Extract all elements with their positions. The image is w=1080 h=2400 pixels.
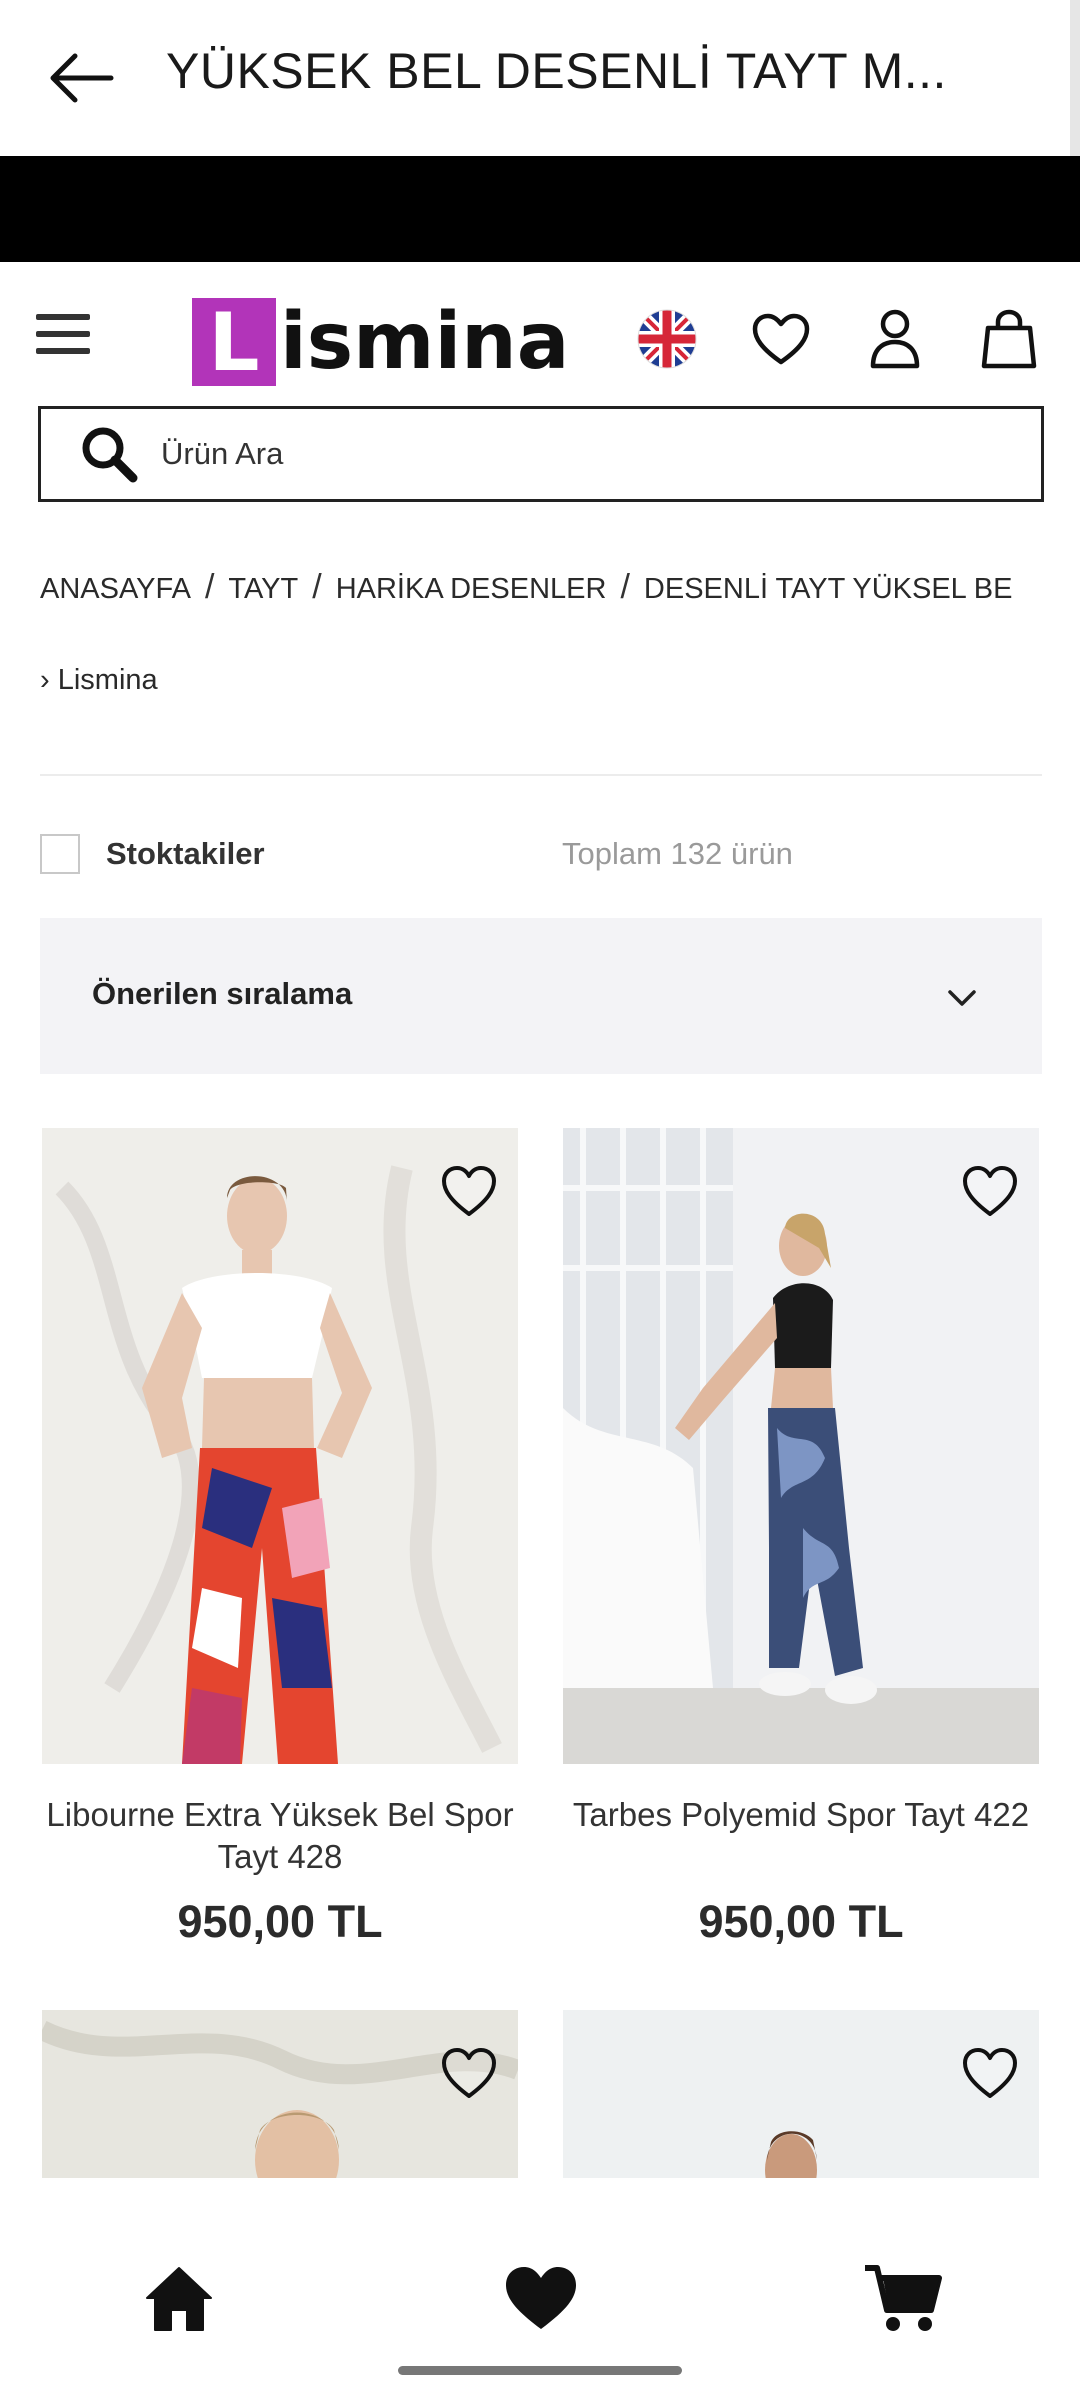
product-price: 950,00 TL [698,1896,904,1947]
shopping-bag-icon[interactable] [976,306,1042,372]
chevron-right-icon: › [40,664,50,696]
uk-flag-icon[interactable] [634,306,700,372]
breadcrumb-tayt[interactable]: TAYT [228,573,298,605]
page-title: YÜKSEK BEL DESENLİ TAYT M... [166,43,947,99]
product-name[interactable]: Tarbes Polyemid Spor Tayt 422 [563,1794,1039,1836]
app-bar: YÜKSEK BEL DESENLİ TAYT M... [0,0,1080,156]
brand-logo[interactable]: L ismina [192,296,570,389]
filter-row: Stoktakiler Toplam 132 ürün [40,834,1042,876]
heart-outline-icon[interactable] [440,1164,498,1218]
sort-select[interactable]: Önerilen sıralama [40,918,1042,1074]
heart-outline-icon[interactable] [961,1164,1019,1218]
wishlist-heart-icon[interactable] [748,306,814,372]
cart-icon[interactable] [860,2258,946,2338]
logo-text: ismina [280,297,570,387]
gesture-bar [398,2366,682,2375]
banner-strip [0,156,1080,262]
breadcrumb-home[interactable]: ANASAYFA [40,573,191,605]
product-price: 950,00 TL [177,1896,383,1947]
hamburger-menu-icon[interactable] [36,314,90,360]
search-input[interactable] [161,436,961,472]
breadcrumb-separator: / [620,568,630,606]
heart-outline-icon[interactable] [440,2046,498,2100]
breadcrumb-sub[interactable]: › Lismina [40,664,158,697]
search-icon [82,427,138,483]
breadcrumb-harika-desenler[interactable]: HARİKA DESENLER [336,573,607,605]
divider [40,774,1042,776]
site-header: L ismina [0,262,1080,402]
in-stock-checkbox[interactable] [40,834,80,874]
arrow-left-icon [50,53,114,103]
product-name[interactable]: Libourne Extra Yüksek Bel Spor Tayt 428 [42,1794,518,1878]
heart-filled-icon[interactable] [498,2258,584,2338]
total-count: Toplam 132 ürün [562,836,793,871]
breadcrumb-separator: / [312,568,322,606]
chevron-down-icon [948,990,976,1006]
breadcrumb-current[interactable]: DESENLİ TAYT YÜKSEL BE [644,573,1013,605]
sort-selected-value: Önerilen sıralama [92,976,353,1011]
back-button[interactable] [40,42,120,114]
search-bar[interactable] [38,406,1044,502]
logo-letter: L [192,296,276,389]
breadcrumb-separator: / [204,568,215,606]
user-icon[interactable] [862,306,928,372]
in-stock-label[interactable]: Stoktakiler [106,836,265,872]
breadcrumb: ANASAYFA / TAYT / HARİKA DESENLER / DESENLİ TA… [40,568,1080,607]
scroll-indicator [1070,0,1080,156]
product-image[interactable] [563,1128,1039,1764]
breadcrumb-brand: Lismina [57,664,158,696]
home-icon[interactable] [136,2258,222,2338]
product-image[interactable] [42,1128,518,1764]
heart-outline-icon[interactable] [961,2046,1019,2100]
